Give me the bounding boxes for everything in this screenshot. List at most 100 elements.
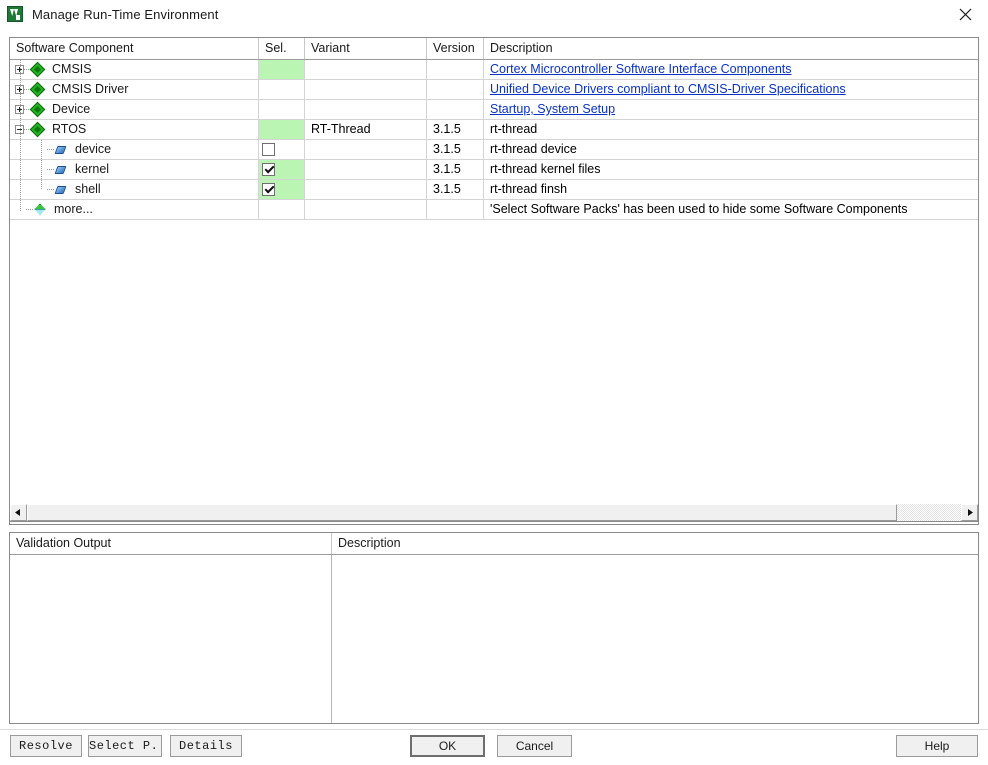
selection-cell[interactable] bbox=[259, 160, 305, 179]
description-cell: rt-thread device bbox=[490, 142, 577, 156]
checkbox-checked[interactable] bbox=[262, 183, 275, 196]
column-header-software-component[interactable]: Software Component bbox=[10, 38, 259, 59]
component-name-label: device bbox=[75, 142, 112, 156]
component-name-cell[interactable]: kernel bbox=[10, 160, 259, 179]
description-link[interactable]: Unified Device Drivers compliant to CMSI… bbox=[490, 82, 846, 96]
validation-output-column bbox=[10, 555, 332, 723]
version-cell: 3.1.5 bbox=[427, 120, 484, 139]
description-link[interactable]: Cortex Microcontroller Software Interfac… bbox=[490, 62, 792, 76]
window-title: Manage Run-Time Environment bbox=[32, 6, 219, 22]
version-cell: 3.1.5 bbox=[427, 180, 484, 199]
selection-cell[interactable] bbox=[259, 100, 305, 119]
description-cell[interactable]: Startup, System Setup bbox=[484, 100, 978, 119]
checkbox-checked[interactable] bbox=[262, 163, 275, 176]
scrollbar-track[interactable] bbox=[27, 504, 961, 521]
more-diamond-icon bbox=[33, 203, 47, 217]
table-row[interactable]: device 3.1.5 rt-thread device bbox=[10, 140, 978, 160]
tree-connector-line bbox=[26, 209, 33, 210]
column-header-sel[interactable]: Sel. bbox=[259, 38, 305, 59]
table-row[interactable]: more... 'Select Software Packs' has been … bbox=[10, 200, 978, 220]
component-name-label: CMSIS bbox=[52, 62, 92, 76]
tree-connector-line bbox=[47, 189, 54, 190]
version-cell bbox=[427, 60, 484, 79]
component-name-cell[interactable]: more... bbox=[10, 200, 259, 219]
table-row[interactable]: CMSIS Cortex Microcontroller Software Int… bbox=[10, 60, 978, 80]
checkbox-unchecked[interactable] bbox=[262, 143, 275, 156]
version-cell bbox=[427, 200, 484, 219]
table-row[interactable]: CMSIS Driver Unified Device Drivers compl… bbox=[10, 80, 978, 100]
column-header-version[interactable]: Version bbox=[427, 38, 484, 59]
component-name-cell[interactable]: CMSIS Driver bbox=[10, 80, 259, 99]
component-name-cell[interactable]: CMSIS bbox=[10, 60, 259, 79]
column-header-description[interactable]: Description bbox=[484, 38, 978, 59]
tree-guide-line bbox=[20, 60, 21, 211]
description-cell: rt-thread bbox=[490, 122, 538, 136]
tree-guide-line-children bbox=[41, 140, 42, 190]
validation-header-row: Validation Output Description bbox=[10, 533, 978, 555]
column-header-validation-output[interactable]: Validation Output bbox=[10, 533, 332, 554]
selection-cell[interactable] bbox=[259, 140, 305, 159]
validation-output-panel[interactable]: Validation Output Description bbox=[9, 532, 979, 724]
variant-cell[interactable] bbox=[305, 140, 427, 159]
column-header-validation-description[interactable]: Description bbox=[332, 533, 978, 554]
component-name-label: RTOS bbox=[52, 122, 87, 136]
version-cell: 3.1.5 bbox=[427, 140, 484, 159]
variant-cell[interactable] bbox=[305, 80, 427, 99]
close-icon[interactable] bbox=[942, 0, 988, 28]
version-cell: 3.1.5 bbox=[427, 160, 484, 179]
selection-cell[interactable] bbox=[259, 200, 305, 219]
description-link[interactable]: Startup, System Setup bbox=[490, 102, 615, 116]
component-name-cell[interactable]: Device bbox=[10, 100, 259, 119]
validation-description-column bbox=[332, 555, 978, 723]
select-packs-button[interactable]: Select P... bbox=[88, 735, 162, 757]
component-name-label: Device bbox=[52, 102, 91, 116]
software-component-tree[interactable]: Software Component Sel. Variant Version … bbox=[9, 37, 979, 525]
blue-diamond-icon bbox=[54, 183, 68, 197]
selection-cell[interactable] bbox=[259, 120, 305, 139]
table-row[interactable]: kernel 3.1.5 rt-thread kernel files bbox=[10, 160, 978, 180]
description-cell[interactable]: Unified Device Drivers compliant to CMSI… bbox=[484, 80, 978, 99]
variant-cell[interactable] bbox=[305, 200, 427, 219]
resolve-button[interactable]: Resolve bbox=[10, 735, 82, 757]
blue-diamond-icon bbox=[54, 143, 68, 157]
title-bar: Manage Run-Time Environment bbox=[0, 0, 988, 28]
scroll-left-icon[interactable] bbox=[10, 504, 27, 521]
variant-cell[interactable] bbox=[305, 180, 427, 199]
component-name-label: shell bbox=[75, 182, 101, 196]
component-name-label: CMSIS Driver bbox=[52, 82, 129, 96]
version-cell bbox=[427, 100, 484, 119]
column-header-variant[interactable]: Variant bbox=[305, 38, 427, 59]
green-diamond-icon bbox=[31, 103, 45, 117]
table-row[interactable]: Device Startup, System Setup bbox=[10, 100, 978, 120]
variant-cell[interactable] bbox=[305, 100, 427, 119]
component-name-cell[interactable]: device bbox=[10, 140, 259, 159]
help-button[interactable]: Help bbox=[896, 735, 978, 757]
selection-cell[interactable] bbox=[259, 60, 305, 79]
description-cell: 'Select Software Packs' has been used to… bbox=[490, 202, 908, 216]
scrollbar-thumb[interactable] bbox=[27, 504, 897, 521]
cancel-button[interactable]: Cancel bbox=[497, 735, 572, 757]
green-diamond-icon bbox=[31, 123, 45, 137]
horizontal-scrollbar[interactable] bbox=[9, 504, 979, 522]
variant-cell[interactable] bbox=[305, 60, 427, 79]
table-row[interactable]: RTOS RT-Thread 3.1.5 rt-thread bbox=[10, 120, 978, 140]
tree-connector-line bbox=[47, 149, 54, 150]
variant-cell[interactable] bbox=[305, 160, 427, 179]
dialog-button-bar: Resolve Select P... Details OK Cancel He… bbox=[0, 729, 988, 765]
component-name-cell[interactable]: RTOS bbox=[10, 120, 259, 139]
selection-cell[interactable] bbox=[259, 180, 305, 199]
keil-uvision-icon bbox=[7, 6, 23, 22]
table-row[interactable]: shell 3.1.5 rt-thread finsh bbox=[10, 180, 978, 200]
component-name-label: kernel bbox=[75, 162, 110, 176]
green-diamond-icon bbox=[31, 63, 45, 77]
component-name-cell[interactable]: shell bbox=[10, 180, 259, 199]
ok-button[interactable]: OK bbox=[410, 735, 485, 757]
version-cell bbox=[427, 80, 484, 99]
selection-cell[interactable] bbox=[259, 80, 305, 99]
description-cell[interactable]: Cortex Microcontroller Software Interfac… bbox=[484, 60, 978, 79]
variant-cell[interactable]: RT-Thread bbox=[305, 120, 427, 139]
tree-connector-line bbox=[47, 169, 54, 170]
description-cell: rt-thread kernel files bbox=[490, 162, 601, 176]
details-button[interactable]: Details bbox=[170, 735, 242, 757]
scroll-right-icon[interactable] bbox=[961, 504, 978, 521]
